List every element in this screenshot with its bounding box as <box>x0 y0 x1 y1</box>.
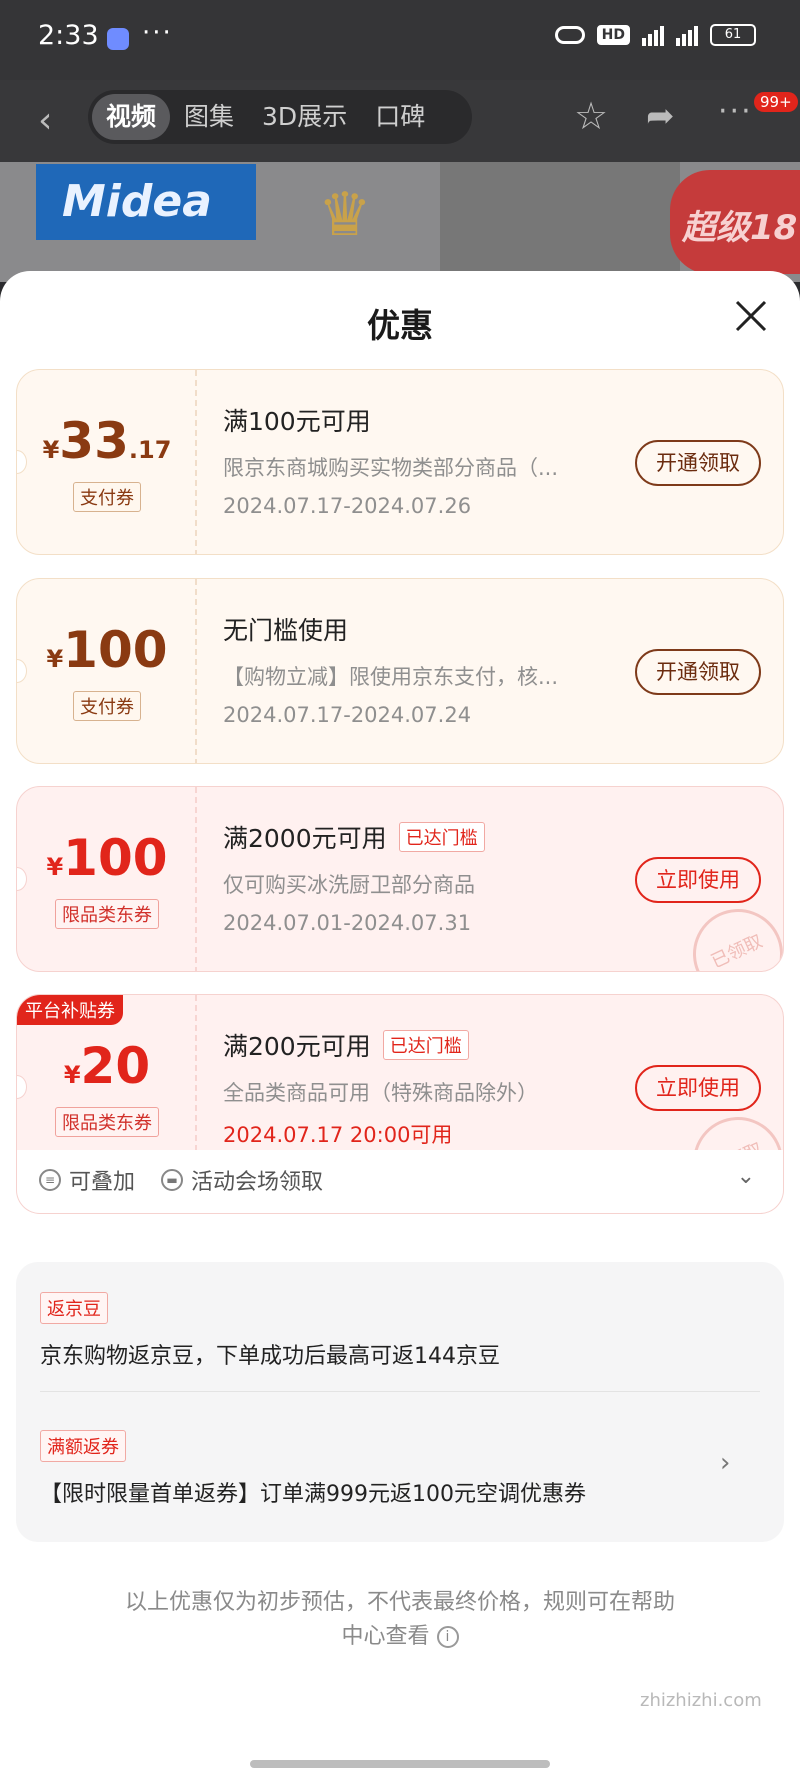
product-image: Midea ♛ 超级18 <box>0 162 800 282</box>
coupon-amount: ¥100 <box>46 829 168 887</box>
back-icon[interactable]: ‹ <box>38 100 52 141</box>
platform-subsidy-tag: 平台补贴券 <box>17 995 123 1025</box>
signal-5g-icon <box>676 24 698 46</box>
tab-3d[interactable]: 3D展示 <box>248 94 361 140</box>
share-icon[interactable]: ➦ <box>646 96 675 136</box>
coupon-title: 满2000元可用 已达门槛 <box>223 819 485 855</box>
hd-icon: HD <box>596 25 630 45</box>
coupon-card[interactable]: ¥33.17 支付券 满100元可用 限京东商城购买实物类部分商品（... 20… <box>16 369 784 555</box>
favorite-star-icon[interactable]: ☆ <box>574 94 608 138</box>
coupon-amount: ¥20 <box>63 1037 151 1095</box>
crown-icon: ♛ <box>318 180 372 250</box>
claim-button[interactable]: 开通领取 <box>635 440 761 486</box>
battery-icon: 61 <box>710 24 756 46</box>
status-bar: 2:33 ··· HD 61 <box>0 0 800 80</box>
app-notification-icon <box>107 28 129 50</box>
coupon-validity: 2024.07.17-2024.07.26 <box>223 494 472 518</box>
status-time: 2:33 <box>38 20 99 51</box>
tab-reviews[interactable]: 口碑 <box>361 94 439 140</box>
chevron-right-icon[interactable]: › <box>720 1448 730 1478</box>
more-icon[interactable]: ··· <box>718 94 753 129</box>
sheet-title: 优惠 <box>367 306 433 345</box>
coupon-amount-panel: ¥100 支付券 <box>17 579 197 763</box>
coupon-title: 满200元可用 已达门槛 <box>223 1027 469 1063</box>
stackable-info: ≡ 可叠加 <box>39 1164 135 1196</box>
coupon-description: 【购物立减】限使用京东支付，核... <box>223 665 559 689</box>
coupon-amount: ¥33.17 <box>42 412 172 470</box>
coupon-type-tag: 限品类东券 <box>55 899 159 929</box>
close-icon[interactable] <box>734 299 768 333</box>
message-count-badge: 99+ <box>754 92 798 112</box>
home-indicator[interactable] <box>250 1760 550 1768</box>
claimed-stamp: 已领取 <box>678 894 783 971</box>
disclaimer: 以上优惠仅为初步预估，不代表最终价格，规则可在帮助 中心查看 i <box>124 1590 675 1649</box>
media-tabs: 视频 图集 3D展示 口碑 <box>88 90 472 144</box>
coupon-amount: ¥100 <box>46 621 168 679</box>
coupon-type-tag: 支付券 <box>73 482 141 512</box>
coupon-card[interactable]: ¥20 限品类东券 平台补贴券 满200元可用 已达门槛 全品类商品可用（特殊商… <box>16 994 784 1174</box>
use-now-button[interactable]: 立即使用 <box>635 857 761 903</box>
threshold-met-badge: 已达门槛 <box>398 822 485 852</box>
coupon-description: 全品类商品可用（特殊商品除外） <box>223 1081 538 1105</box>
coupon-type-tag: 限品类东券 <box>55 1107 159 1137</box>
home-indicator-area <box>0 1748 800 1778</box>
use-now-button[interactable]: 立即使用 <box>635 1065 761 1111</box>
coupon-card[interactable]: ¥100 限品类东券 满2000元可用 已达门槛 仅可购买冰洗厨卫部分商品 20… <box>16 786 784 972</box>
coupon-validity: 2024.07.17 20:00可用 <box>223 1123 453 1147</box>
status-icons: HD 61 <box>554 24 756 46</box>
source-info: ▬ 活动会场领取 <box>161 1164 323 1196</box>
coupon-title: 无门槛使用 <box>223 616 349 645</box>
rebate-tag: 满额返券 <box>40 1430 126 1462</box>
coupon-type-tag: 支付券 <box>73 691 141 721</box>
coupon-validity: 2024.07.01-2024.07.31 <box>223 911 472 935</box>
chevron-down-icon[interactable]: ⌄ <box>737 1164 755 1189</box>
coupon-card[interactable]: ¥100 支付券 无门槛使用 【购物立减】限使用京东支付，核... 2024.0… <box>16 578 784 764</box>
more-notifications-icon: ··· <box>142 18 173 48</box>
claim-button[interactable]: 开通领取 <box>635 649 761 695</box>
tab-video[interactable]: 视频 <box>92 94 171 140</box>
stack-icon: ≡ <box>39 1169 61 1191</box>
coupon-amount-panel: ¥33.17 支付券 <box>17 370 197 554</box>
threshold-met-badge: 已达门槛 <box>382 1030 469 1060</box>
brand-logo: Midea <box>36 164 256 240</box>
product-nav-bar: ‹ 视频 图集 3D展示 口碑 ☆ ➦ ··· 99+ <box>0 80 800 162</box>
rebate-panel: 返京豆 京东购物返京豆，下单成功后最高可返144京豆 满额返券 【限时限量首单返… <box>16 1262 784 1542</box>
signal-4g-icon <box>642 24 664 46</box>
promo-tag: 超级18 <box>670 170 800 274</box>
link-icon <box>554 26 585 44</box>
ticket-icon: ▬ <box>161 1169 183 1191</box>
rebate-text[interactable]: 【限时限量首单返券】订单满999元返100元空调优惠券 <box>40 1476 586 1508</box>
tab-gallery[interactable]: 图集 <box>170 94 248 140</box>
rebate-tag: 返京豆 <box>40 1292 108 1324</box>
coupon-footer[interactable]: ≡ 可叠加 ▬ 活动会场领取 ⌄ <box>16 1150 784 1214</box>
watermark: zhizhizhi.com <box>640 1690 762 1711</box>
coupon-description: 仅可购买冰洗厨卫部分商品 <box>223 873 475 897</box>
product-photo <box>440 162 680 282</box>
coupon-description: 限京东商城购买实物类部分商品（... <box>223 456 559 480</box>
rebate-text: 京东购物返京豆，下单成功后最高可返144京豆 <box>40 1344 500 1369</box>
coupon-title: 满100元可用 <box>223 407 371 436</box>
coupon-validity: 2024.07.17-2024.07.24 <box>223 703 472 727</box>
coupon-amount-panel: ¥100 限品类东券 <box>17 787 197 971</box>
info-icon[interactable]: i <box>436 1626 459 1648</box>
